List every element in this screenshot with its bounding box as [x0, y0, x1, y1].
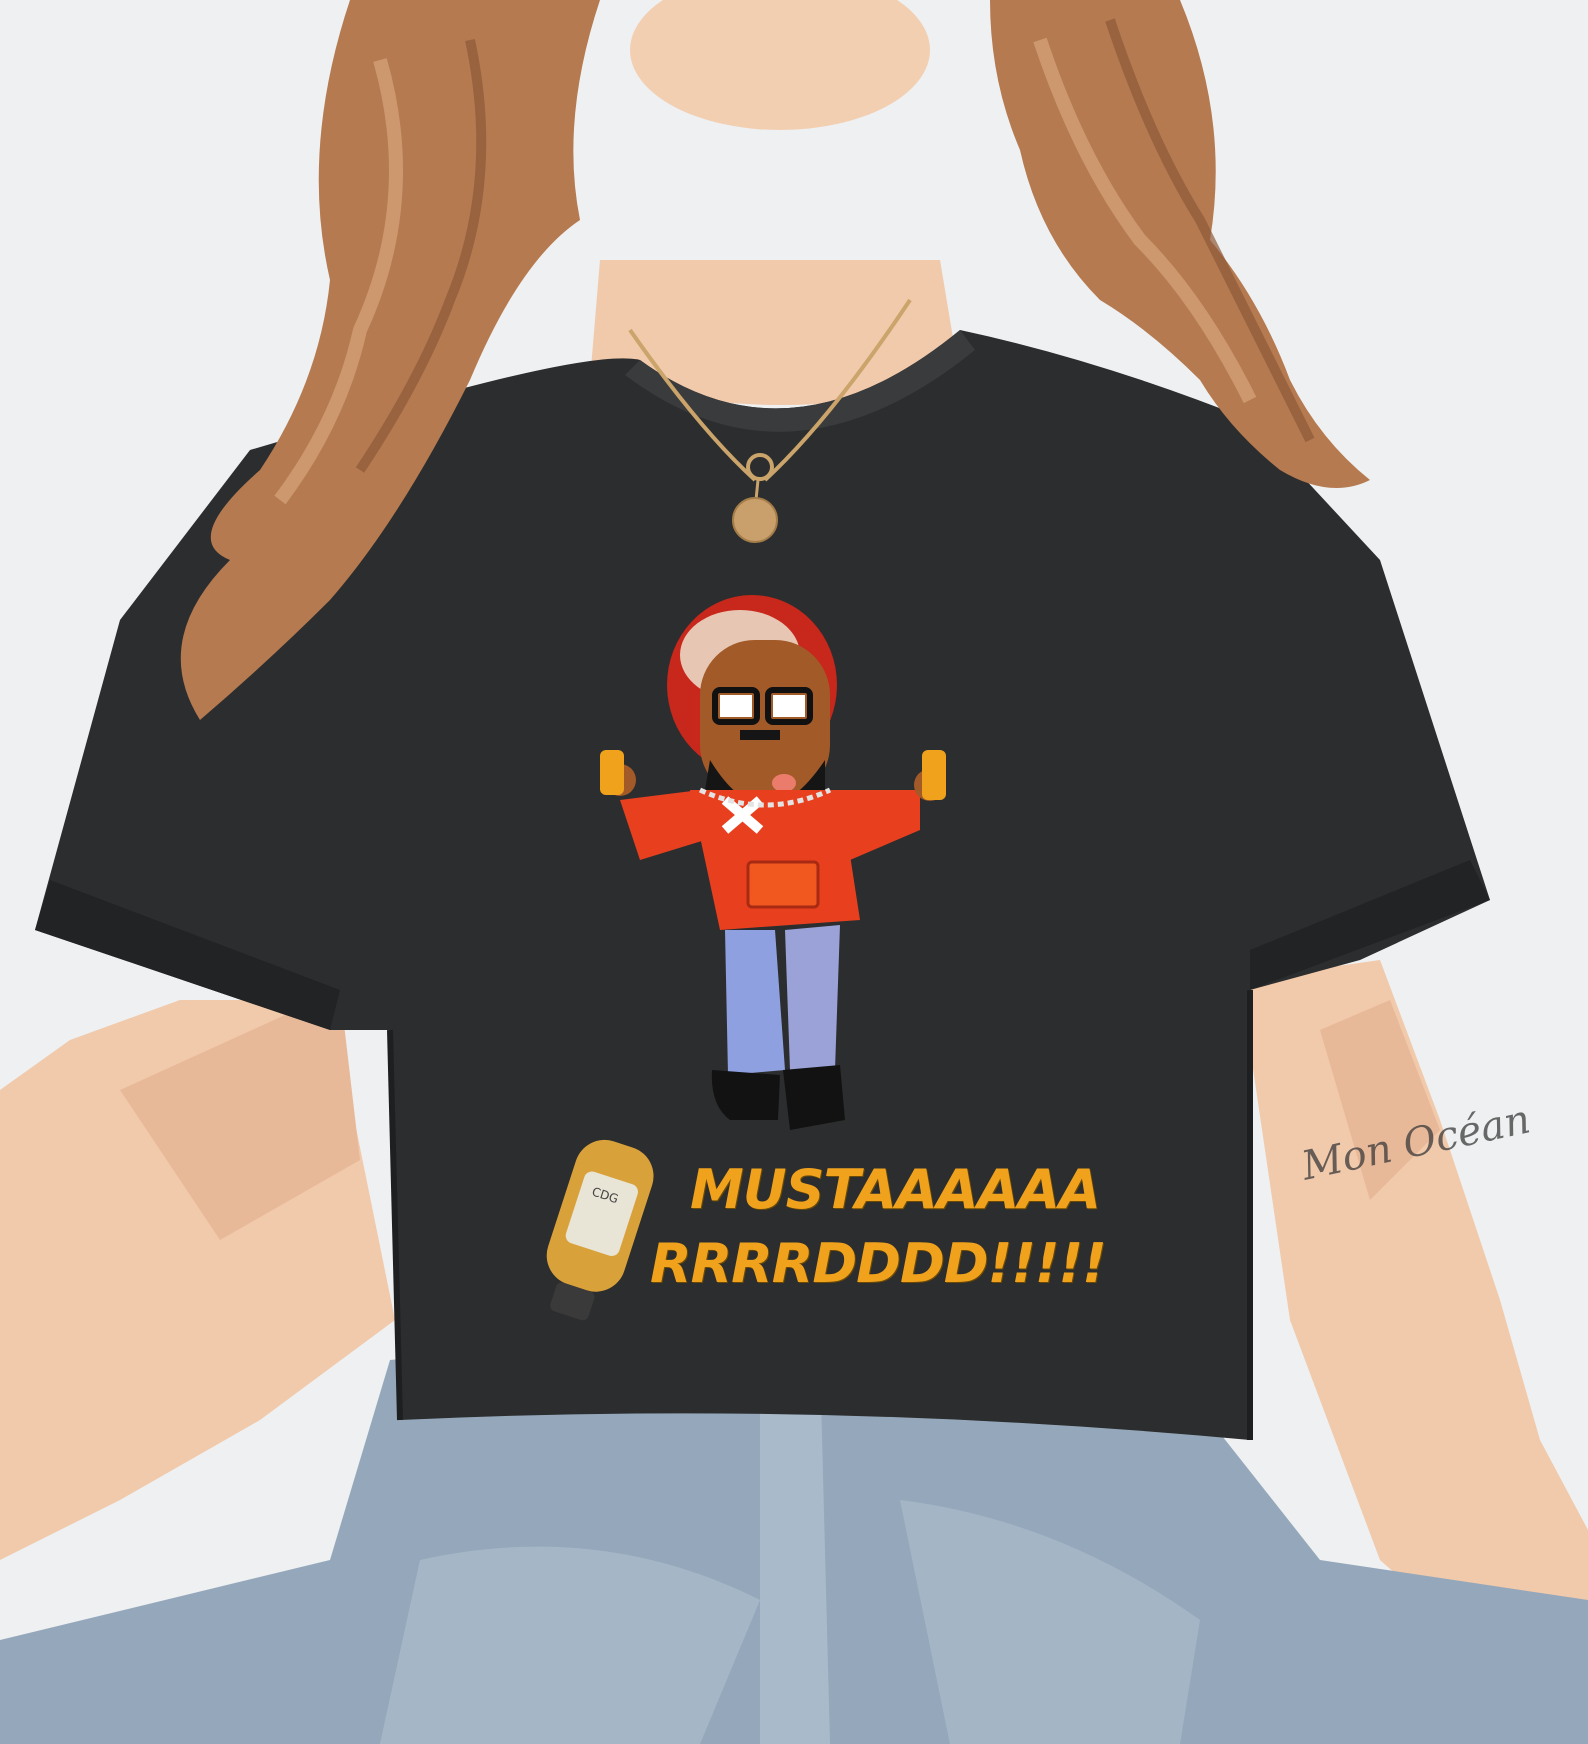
tshirt-print-text: MUSTAAAAAA RRRRDDDD!!!!! [645, 1155, 1107, 1299]
print-line-1: MUSTAAAAAA [690, 1158, 1101, 1221]
coin-pendant-icon [732, 497, 778, 543]
photo-scene: CDG [0, 0, 1588, 1744]
print-line-2: RRRRDDDD!!!!! [650, 1232, 1107, 1295]
